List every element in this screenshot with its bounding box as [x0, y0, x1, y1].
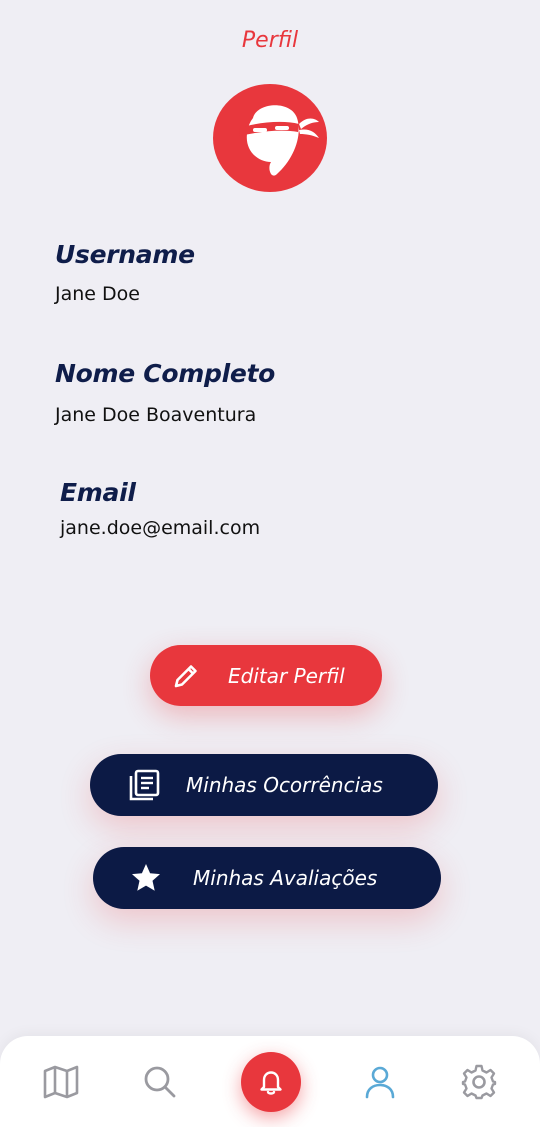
my-occurrences-label: Minhas Ocorrências: [186, 773, 383, 797]
edit-profile-button[interactable]: Editar Perfil: [150, 645, 382, 706]
star-icon: [130, 862, 162, 894]
my-reviews-button[interactable]: Minhas Avaliações: [93, 847, 441, 909]
username-value: Jane Doe: [55, 283, 140, 305]
pencil-icon: [172, 662, 200, 690]
bottom-nav: [0, 1036, 540, 1127]
my-occurrences-button[interactable]: Minhas Ocorrências: [90, 754, 438, 816]
nav-notifications[interactable]: [241, 1052, 301, 1112]
email-value: jane.doe@email.com: [60, 517, 261, 539]
edit-profile-label: Editar Perfil: [228, 663, 345, 688]
nav-profile[interactable]: [360, 1062, 400, 1102]
ninja-logo-icon: [239, 105, 319, 176]
nav-search[interactable]: [140, 1062, 180, 1102]
documents-icon: [127, 768, 161, 802]
search-icon: [144, 1066, 176, 1098]
nav-map[interactable]: [41, 1062, 81, 1102]
bell-icon: [260, 1071, 282, 1095]
nav-settings[interactable]: [459, 1062, 499, 1102]
full-name-label: Nome Completo: [55, 359, 276, 388]
gear-icon: [461, 1064, 497, 1100]
email-label: Email: [60, 478, 136, 507]
user-icon: [365, 1066, 395, 1099]
full-name-value: Jane Doe Boaventura: [55, 404, 257, 426]
my-reviews-label: Minhas Avaliações: [193, 866, 378, 890]
username-label: Username: [55, 240, 195, 269]
page-title: Perfil: [241, 28, 299, 53]
map-icon: [43, 1065, 79, 1099]
avatar: [213, 84, 327, 192]
